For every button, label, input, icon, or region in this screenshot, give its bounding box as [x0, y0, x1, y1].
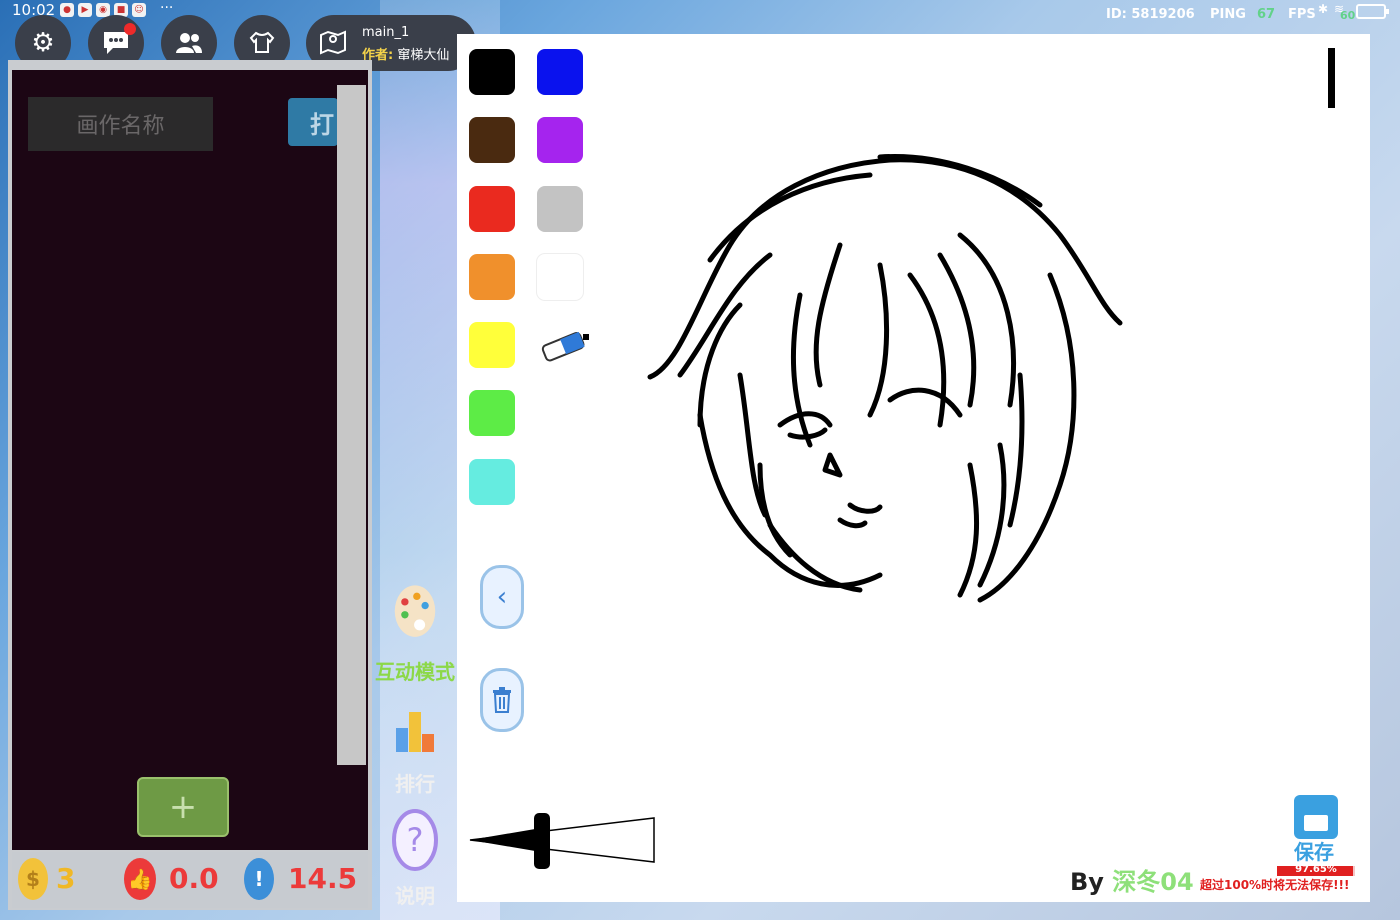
clear-button[interactable]: [480, 668, 524, 732]
help-icon[interactable]: ?: [392, 809, 438, 871]
report-icon: !: [244, 858, 274, 900]
player-id: ID: 5819206: [1106, 7, 1195, 22]
report-count: 14.5: [288, 862, 358, 895]
ping-label: PING: [1210, 7, 1246, 22]
ranking-icon[interactable]: [392, 700, 438, 760]
map-name: main_1: [362, 25, 410, 40]
color-swatch[interactable]: [469, 390, 515, 436]
artwork-list[interactable]: [12, 70, 368, 850]
color-swatch[interactable]: [537, 186, 583, 232]
brush-size-slider[interactable]: [466, 810, 662, 872]
storage-progress-text: 97.65%: [1295, 864, 1337, 875]
shirt-swap-icon: [249, 31, 275, 53]
status-bar: 10:02 ● ▶ ◉ ■ ☺ ··· ID: 5819206 PING 67 …: [0, 0, 1400, 22]
map-author: 作者: 窜梯大仙: [362, 44, 449, 63]
like-icon: 👍: [124, 858, 156, 900]
add-artwork-button[interactable]: +: [137, 777, 229, 837]
credit-name: 深冬04: [1112, 868, 1194, 896]
storage-warning: 超过100%时将无法保存!!!: [1200, 878, 1350, 892]
save-label[interactable]: 保存: [1294, 836, 1334, 865]
ranking-label[interactable]: 排行: [372, 768, 458, 797]
browser-icon: ◉: [96, 3, 110, 17]
color-swatch[interactable]: [469, 322, 515, 368]
text-cursor: [1328, 48, 1335, 108]
fps-label: FPS: [1288, 7, 1316, 22]
coin-icon: $: [18, 858, 48, 900]
friends-icon: [176, 33, 202, 53]
palette-icon[interactable]: [392, 582, 438, 642]
video-icon: ▶: [78, 3, 92, 17]
undo-button[interactable]: ‹: [480, 565, 524, 629]
color-swatch[interactable]: [537, 117, 583, 163]
robot-icon: ☺: [132, 3, 146, 17]
more-notifications: ···: [160, 0, 174, 16]
open-button[interactable]: 打: [288, 98, 338, 146]
list-scrollbar[interactable]: [337, 85, 366, 765]
chevron-left-icon: ‹: [496, 582, 508, 612]
brush-size-handle: [534, 813, 550, 869]
color-swatch[interactable]: [537, 254, 583, 300]
color-swatch[interactable]: [469, 186, 515, 232]
like-count: 0.0: [169, 862, 219, 895]
weibo-icon: ●: [60, 3, 74, 17]
svg-text:?: ?: [407, 821, 424, 859]
coin-count: 3: [56, 862, 76, 895]
interactive-mode-label[interactable]: 互动模式: [372, 656, 458, 685]
gear-icon: ⚙: [31, 28, 55, 58]
fps-value: 60: [1340, 9, 1356, 22]
color-swatch[interactable]: [469, 459, 515, 505]
map-pin-icon: [318, 27, 348, 62]
color-swatch[interactable]: [537, 49, 583, 95]
eraser-icon[interactable]: [539, 328, 591, 368]
trash-icon: [493, 687, 511, 713]
color-swatch[interactable]: [469, 254, 515, 300]
chat-unread-badge: [124, 23, 136, 35]
color-swatch[interactable]: [469, 49, 515, 95]
artwork-name-input[interactable]: 画作名称: [28, 97, 213, 151]
save-icon[interactable]: [1294, 795, 1338, 839]
author-name: 窜梯大仙: [397, 48, 450, 63]
battery-icon: [1356, 4, 1389, 19]
tool-column: 互动模式 排行 ? 说明: [372, 560, 458, 910]
artwork-drawing: [647, 154, 1123, 603]
color-swatch[interactable]: [469, 117, 515, 163]
credit-prefix: By: [1070, 868, 1104, 896]
storage-progress-bar: 97.65%: [1277, 864, 1355, 876]
ping-value: 67: [1257, 7, 1276, 22]
help-label[interactable]: 说明: [372, 880, 458, 909]
notification-icons: ● ▶ ◉ ■ ☺: [60, 3, 146, 17]
author-credit: By 深冬04: [1070, 862, 1194, 897]
bluetooth-icon: ✱: [1318, 2, 1329, 16]
